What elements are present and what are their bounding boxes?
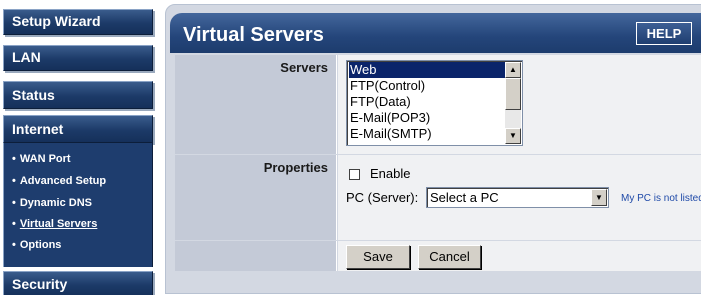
bullet-icon: •: [12, 218, 16, 230]
chevron-down-icon[interactable]: ▼: [591, 189, 607, 206]
bullet-icon: •: [12, 153, 16, 165]
submenu-item-dynamic-dns[interactable]: • Dynamic DNS: [12, 197, 92, 209]
pc-not-listed-link[interactable]: My PC is not listed: [621, 193, 701, 204]
server-option-email-pop3[interactable]: E-Mail(POP3): [349, 110, 507, 126]
submenu-item-options[interactable]: • Options: [12, 239, 61, 251]
submenu-item-label: Dynamic DNS: [19, 197, 92, 209]
internet-submenu: • WAN Port • Advanced Setup • Dynamic DNS •…: [3, 143, 153, 267]
servers-listbox[interactable]: Web FTP(Control) FTP(Data) E-Mail(POP3) …: [346, 60, 523, 146]
nav-status[interactable]: Status: [3, 81, 153, 109]
submenu-item-label: Advanced Setup: [19, 175, 107, 187]
page-header: Virtual Servers: [170, 13, 701, 53]
actions-label-cell: [175, 241, 337, 271]
submenu-item-wan-port[interactable]: • WAN Port: [12, 153, 71, 165]
pc-server-select[interactable]: Select a PC ▼: [426, 187, 609, 208]
scrollbar-thumb[interactable]: [505, 78, 521, 110]
submenu-item-virtual-servers[interactable]: • Virtual Servers: [12, 218, 97, 230]
servers-label: Servers: [175, 55, 337, 154]
servers-row: Servers Web FTP(Control) FTP(Data) E-Mai…: [175, 55, 701, 154]
bullet-icon: •: [12, 197, 16, 209]
actions-row: Save Cancel: [175, 241, 701, 271]
properties-label: Properties: [175, 155, 337, 240]
submenu-item-label: Virtual Servers: [19, 218, 98, 230]
cancel-button[interactable]: Cancel: [418, 245, 481, 269]
enable-checkbox[interactable]: [349, 169, 360, 180]
scroll-down-arrow-icon[interactable]: ▼: [505, 128, 521, 144]
content-area: Virtual Servers HELP Servers Web FTP(Con…: [165, 0, 701, 295]
page-title: Virtual Servers: [183, 24, 324, 46]
nav-internet[interactable]: Internet: [3, 115, 153, 143]
scroll-up-arrow-icon[interactable]: ▲: [505, 62, 521, 78]
bullet-icon: •: [12, 239, 16, 251]
server-option-web[interactable]: Web: [349, 62, 507, 78]
server-option-ftp-data[interactable]: FTP(Data): [349, 94, 507, 110]
listbox-scrollbar[interactable]: ▲ ▼: [505, 62, 521, 144]
nav-security[interactable]: Security: [3, 271, 153, 295]
nav-setup-wizard[interactable]: Setup Wizard: [3, 9, 153, 35]
server-option-ftp-control[interactable]: FTP(Control): [349, 78, 507, 94]
save-button[interactable]: Save: [346, 245, 410, 269]
servers-value-cell: Web FTP(Control) FTP(Data) E-Mail(POP3) …: [338, 55, 701, 154]
pc-server-label: PC (Server):: [346, 190, 419, 205]
submenu-item-label: Options: [19, 239, 62, 251]
submenu-item-advanced-setup[interactable]: • Advanced Setup: [12, 175, 106, 187]
bullet-icon: •: [12, 175, 16, 187]
help-button[interactable]: HELP: [636, 22, 692, 45]
server-option-email-smtp[interactable]: E-Mail(SMTP): [349, 126, 507, 142]
submenu-item-label: WAN Port: [19, 153, 71, 165]
properties-value-cell: Enable PC (Server): Select a PC ▼ My PC …: [338, 155, 701, 240]
enable-label: Enable: [370, 166, 411, 181]
pc-select-value: Select a PC: [430, 190, 499, 205]
properties-row: Properties Enable PC (Server): Select a …: [175, 155, 701, 240]
actions-value-cell: Save Cancel: [338, 241, 701, 271]
sidebar: Setup Wizard LAN Status Internet • WAN Po…: [0, 0, 161, 295]
nav-lan[interactable]: LAN: [3, 45, 153, 71]
